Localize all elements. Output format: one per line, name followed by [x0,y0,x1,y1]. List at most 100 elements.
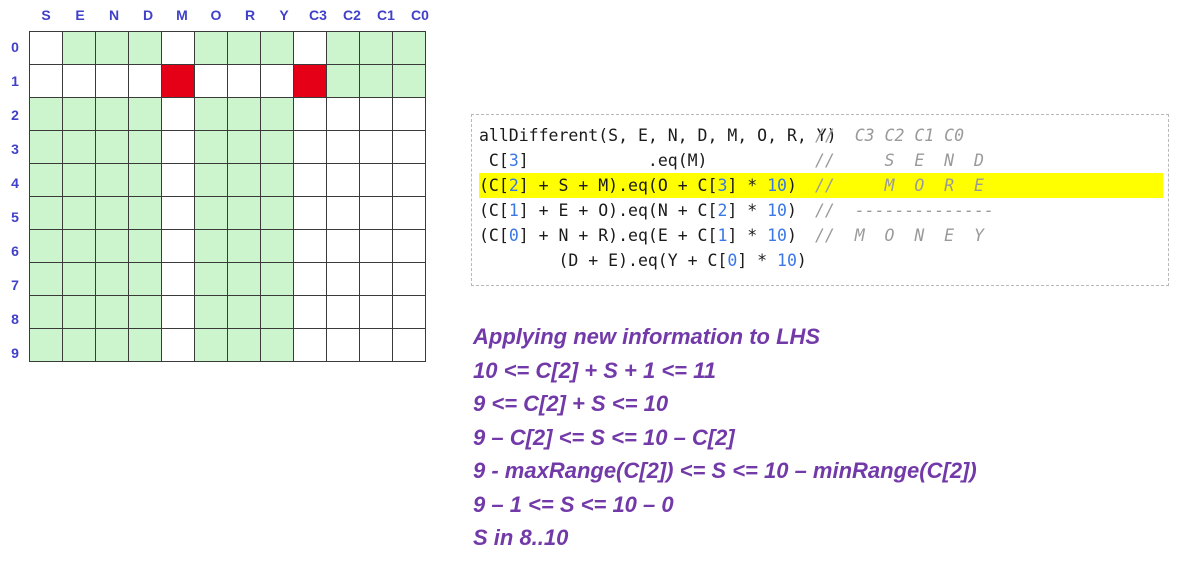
grid-cell-m-7[interactable] [161,262,195,296]
code-line-5[interactable]: (C[0] + N + R).eq(E + C[1] * 10)// M O N… [479,223,1163,248]
grid-cell-c2-4[interactable] [326,163,360,197]
grid-cell-o-4[interactable] [194,163,228,197]
grid-cell-y-4[interactable] [260,163,294,197]
grid-cell-c3-8[interactable] [293,295,327,329]
grid-cell-n-0[interactable] [95,31,129,65]
grid-cell-o-1[interactable] [194,64,228,98]
grid-cell-d-2[interactable] [128,97,162,131]
grid-cell-c2-0[interactable] [326,31,360,65]
grid-cell-o-7[interactable] [194,262,228,296]
grid-cell-s-2[interactable] [29,97,63,131]
grid-cell-s-1[interactable] [29,64,63,98]
grid-cell-c3-9[interactable] [293,328,327,362]
grid-cell-c1-6[interactable] [359,229,393,263]
grid-cell-n-8[interactable] [95,295,129,329]
grid-cell-c1-9[interactable] [359,328,393,362]
grid-cell-e-6[interactable] [62,229,96,263]
grid-cell-m-5[interactable] [161,196,195,230]
grid-cell-m-8[interactable] [161,295,195,329]
grid-cell-c0-2[interactable] [392,97,426,131]
grid-cell-c3-3[interactable] [293,130,327,164]
grid-cell-e-9[interactable] [62,328,96,362]
grid-cell-d-1[interactable] [128,64,162,98]
grid-cell-c0-5[interactable] [392,196,426,230]
grid-cell-c2-7[interactable] [326,262,360,296]
grid-cell-n-1[interactable] [95,64,129,98]
grid-cell-s-8[interactable] [29,295,63,329]
grid-cell-c2-1[interactable] [326,64,360,98]
grid-cell-o-3[interactable] [194,130,228,164]
code-line-1[interactable]: allDifferent(S, E, N, D, M, O, R, Y)// C… [479,123,1163,148]
grid-cell-s-6[interactable] [29,229,63,263]
grid-cell-m-0[interactable] [161,31,195,65]
grid-cell-c3-0[interactable] [293,31,327,65]
grid-cell-o-2[interactable] [194,97,228,131]
grid-cell-m-3[interactable] [161,130,195,164]
grid-cell-c1-7[interactable] [359,262,393,296]
grid-cell-c2-8[interactable] [326,295,360,329]
grid-cell-e-0[interactable] [62,31,96,65]
grid-cell-c0-4[interactable] [392,163,426,197]
grid-cell-r-9[interactable] [227,328,261,362]
grid-cell-y-5[interactable] [260,196,294,230]
grid-cell-c1-2[interactable] [359,97,393,131]
grid-cell-o-0[interactable] [194,31,228,65]
grid-cell-c1-1[interactable] [359,64,393,98]
grid-cell-m-2[interactable] [161,97,195,131]
grid-cell-e-2[interactable] [62,97,96,131]
grid-cell-c3-6[interactable] [293,229,327,263]
grid-cell-r-5[interactable] [227,196,261,230]
grid-cell-s-4[interactable] [29,163,63,197]
grid-cell-o-5[interactable] [194,196,228,230]
grid-cell-c0-3[interactable] [392,130,426,164]
grid-cell-c0-6[interactable] [392,229,426,263]
grid-cell-c2-2[interactable] [326,97,360,131]
grid-cell-c3-7[interactable] [293,262,327,296]
grid-cell-o-8[interactable] [194,295,228,329]
grid-cell-y-2[interactable] [260,97,294,131]
grid-cell-r-8[interactable] [227,295,261,329]
grid-cell-y-9[interactable] [260,328,294,362]
grid-cell-s-5[interactable] [29,196,63,230]
grid-cell-y-6[interactable] [260,229,294,263]
grid-cell-c1-0[interactable] [359,31,393,65]
grid-cell-n-5[interactable] [95,196,129,230]
grid-cell-e-3[interactable] [62,130,96,164]
grid-cell-c3-5[interactable] [293,196,327,230]
grid-cell-y-0[interactable] [260,31,294,65]
grid-cell-e-7[interactable] [62,262,96,296]
grid-cell-d-0[interactable] [128,31,162,65]
grid-cell-m-9[interactable] [161,328,195,362]
code-line-6[interactable]: (D + E).eq(Y + C[0] * 10) [479,248,1163,273]
grid-cell-c0-0[interactable] [392,31,426,65]
grid-cell-c1-4[interactable] [359,163,393,197]
grid-cell-m-1[interactable] [161,64,195,98]
grid-cell-n-9[interactable] [95,328,129,362]
grid-cell-o-6[interactable] [194,229,228,263]
grid-cell-c0-7[interactable] [392,262,426,296]
grid-cell-y-1[interactable] [260,64,294,98]
grid-cell-c0-9[interactable] [392,328,426,362]
grid-cell-c3-2[interactable] [293,97,327,131]
grid-cell-r-7[interactable] [227,262,261,296]
grid-cell-r-0[interactable] [227,31,261,65]
grid-cell-n-2[interactable] [95,97,129,131]
grid-cell-o-9[interactable] [194,328,228,362]
grid-cell-d-9[interactable] [128,328,162,362]
grid-cell-r-4[interactable] [227,163,261,197]
grid-cell-y-7[interactable] [260,262,294,296]
grid-cell-d-6[interactable] [128,229,162,263]
grid-cell-c1-3[interactable] [359,130,393,164]
grid-cell-m-4[interactable] [161,163,195,197]
grid-cell-c2-9[interactable] [326,328,360,362]
grid-cell-n-6[interactable] [95,229,129,263]
grid-cell-d-8[interactable] [128,295,162,329]
grid-cell-r-3[interactable] [227,130,261,164]
grid-cell-e-4[interactable] [62,163,96,197]
grid-cell-r-1[interactable] [227,64,261,98]
grid-cell-c1-5[interactable] [359,196,393,230]
grid-cell-c1-8[interactable] [359,295,393,329]
grid-cell-d-5[interactable] [128,196,162,230]
grid-cell-c3-4[interactable] [293,163,327,197]
grid-cell-c0-1[interactable] [392,64,426,98]
